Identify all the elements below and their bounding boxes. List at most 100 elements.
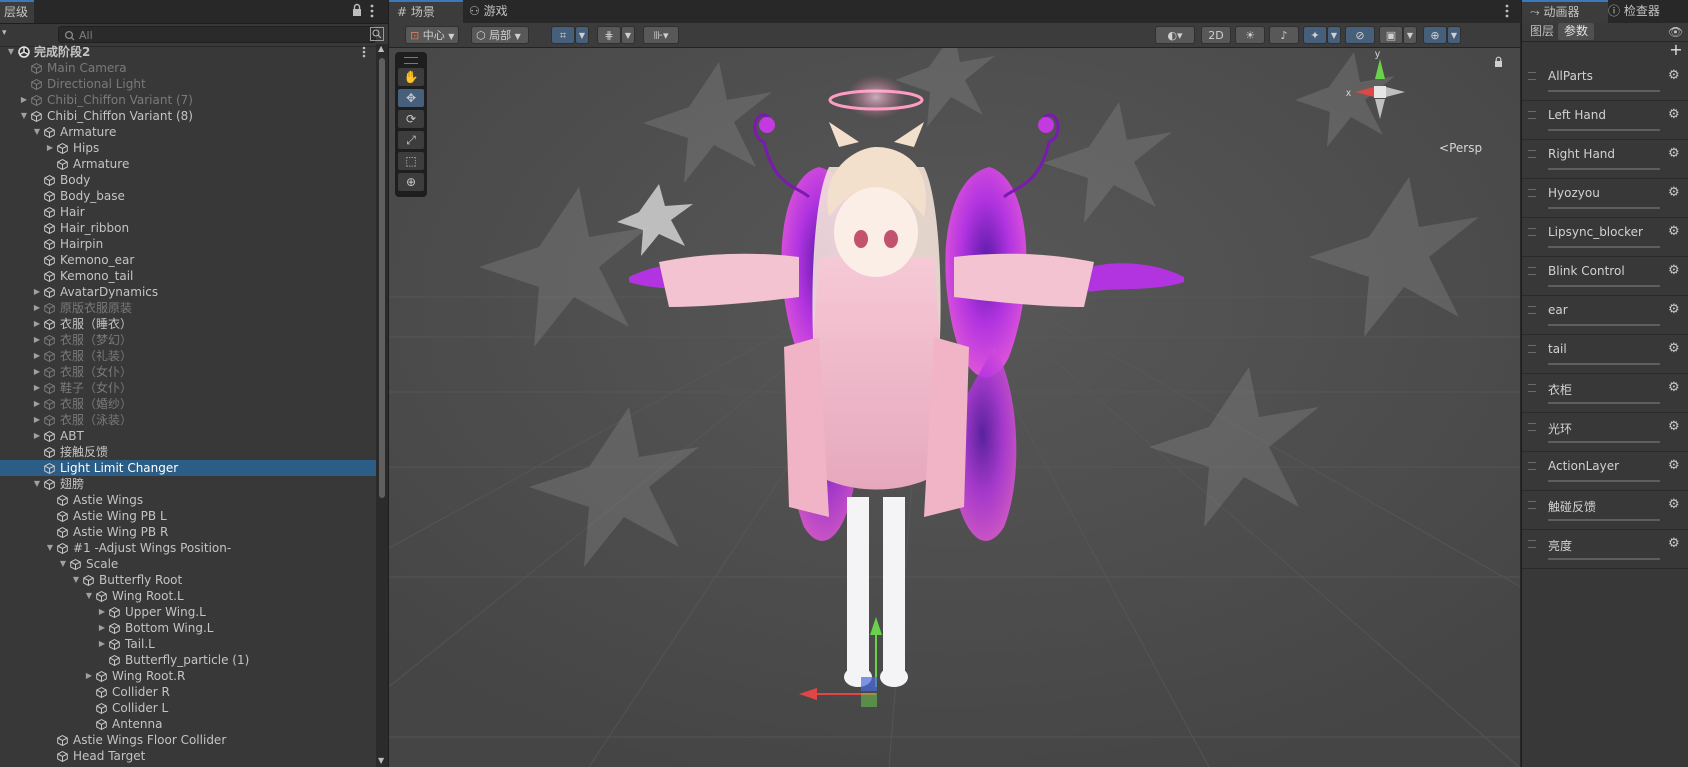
orientation-center-cube[interactable]: [1374, 86, 1386, 98]
gizmos-dropdown[interactable]: ▼: [1447, 26, 1461, 44]
expand-open-icon[interactable]: ▼: [58, 556, 68, 572]
audio-toggle[interactable]: ♪: [1269, 26, 1299, 44]
expand-open-icon[interactable]: ▼: [32, 124, 42, 140]
gear-icon[interactable]: ⚙: [1668, 185, 1680, 200]
hierarchy-item[interactable]: Kemono_tail: [0, 268, 376, 284]
hierarchy-item[interactable]: ▶ 鞋子（女仆）: [0, 380, 376, 396]
expand-open-icon[interactable]: ▼: [6, 44, 16, 60]
drag-handle-icon[interactable]: [1528, 111, 1536, 119]
hierarchy-item[interactable]: ▼ Chibi_Chiffon Variant (8): [0, 108, 376, 124]
eye-icon[interactable]: 👁: [1668, 25, 1683, 39]
hierarchy-item[interactable]: ▶ Bottom Wing.L: [0, 620, 376, 636]
hidden-objects-toggle[interactable]: ⊘: [1345, 26, 1375, 44]
effects-toggle[interactable]: ✦: [1303, 26, 1327, 44]
animator-parameter[interactable]: Hyozyou ⚙: [1526, 179, 1686, 217]
drag-handle-icon[interactable]: [1528, 540, 1536, 548]
expand-closed-icon[interactable]: ▶: [45, 140, 55, 156]
drag-handle-icon[interactable]: [1528, 72, 1536, 80]
hierarchy-item[interactable]: Hairpin: [0, 236, 376, 252]
grid-visibility-toggle[interactable]: ⋕: [597, 26, 621, 44]
hierarchy-search-input[interactable]: All: [58, 26, 376, 43]
scene-view[interactable]: # 场景 ⚇ 游戏 ⊡ 中心 ▼ ⬡ 局部 ▼ ⌗ ▼ ⋕ ▼ ⊪▾ ◐▾ 2D…: [389, 0, 1520, 767]
scroll-up-icon[interactable]: ▲: [378, 44, 384, 53]
grid-snap-dropdown[interactable]: ▼: [575, 26, 589, 44]
gizmo-xz-plane[interactable]: [861, 677, 877, 691]
animator-parameter[interactable]: Right Hand ⚙: [1526, 140, 1686, 178]
expand-open-icon[interactable]: ▼: [71, 572, 81, 588]
gear-icon[interactable]: ⚙: [1668, 224, 1680, 239]
drag-handle-icon[interactable]: [1528, 345, 1536, 353]
transform-tool-button[interactable]: ⊕: [398, 173, 424, 191]
subtab-params[interactable]: 参数: [1558, 23, 1594, 40]
drag-handle-icon[interactable]: [1528, 501, 1536, 509]
gear-icon[interactable]: ⚙: [1668, 263, 1680, 278]
tab-scene[interactable]: # 场景: [389, 0, 463, 23]
more-menu-icon[interactable]: [370, 4, 376, 18]
lock-icon[interactable]: [352, 3, 362, 17]
hierarchy-item[interactable]: Astie Wings Floor Collider: [0, 732, 376, 748]
animator-parameter[interactable]: ear ⚙: [1526, 296, 1686, 334]
hierarchy-item[interactable]: ▼ 翅膀: [0, 476, 376, 492]
hierarchy-item[interactable]: ▼ Wing Root.L: [0, 588, 376, 604]
expand-closed-icon[interactable]: ▶: [32, 332, 42, 348]
tab-animator[interactable]: ⤳ 动画器: [1522, 0, 1608, 23]
hierarchy-item[interactable]: ▼ #1 -Adjust Wings Position-: [0, 540, 376, 556]
hierarchy-item[interactable]: Head Target: [0, 748, 376, 764]
drag-handle-icon[interactable]: [1528, 228, 1536, 236]
expand-open-icon[interactable]: ▼: [45, 540, 55, 556]
expand-closed-icon[interactable]: ▶: [32, 428, 42, 444]
expand-closed-icon[interactable]: ▶: [32, 380, 42, 396]
lighting-toggle[interactable]: ☀: [1235, 26, 1265, 44]
scene-more-menu-icon[interactable]: [1505, 4, 1509, 21]
scale-tool-button[interactable]: ⤢: [398, 131, 424, 149]
camera-settings-dropdown[interactable]: ▼: [1403, 26, 1417, 44]
animator-parameter[interactable]: 触碰反馈 ⚙: [1526, 491, 1686, 529]
move-tool-button[interactable]: ✥: [398, 89, 424, 107]
subtab-layers[interactable]: 图层: [1526, 23, 1558, 40]
expand-open-icon[interactable]: ▼: [84, 588, 94, 604]
animator-parameter[interactable]: 亮度 ⚙: [1526, 530, 1686, 568]
hierarchy-item[interactable]: Main Camera: [0, 60, 376, 76]
hierarchy-item[interactable]: ▶ Hips: [0, 140, 376, 156]
hierarchy-item[interactable]: Hair_ribbon: [0, 220, 376, 236]
gear-icon[interactable]: ⚙: [1668, 458, 1680, 473]
gear-icon[interactable]: ⚙: [1668, 419, 1680, 434]
drag-handle-icon[interactable]: [1528, 423, 1536, 431]
gear-icon[interactable]: ⚙: [1668, 146, 1680, 161]
hierarchy-item[interactable]: Butterfly_particle (1): [0, 652, 376, 668]
expand-open-icon[interactable]: ▼: [19, 108, 29, 124]
hand-tool-button[interactable]: ✋: [398, 68, 424, 86]
space-dropdown[interactable]: ⬡ 局部 ▼: [471, 26, 529, 44]
animator-parameter[interactable]: ActionLayer ⚙: [1526, 452, 1686, 490]
rotate-tool-button[interactable]: ⟳: [398, 110, 424, 128]
add-parameter-button[interactable]: +: [1668, 42, 1684, 58]
hierarchy-item[interactable]: Astie Wing PB L: [0, 508, 376, 524]
hierarchy-item[interactable]: ▼ 完成阶段2: [0, 44, 376, 60]
hierarchy-item[interactable]: ▶ Chibi_Chiffon Variant (7): [0, 92, 376, 108]
expand-closed-icon[interactable]: ▶: [32, 348, 42, 364]
drag-handle-icon[interactable]: [1528, 384, 1536, 392]
hierarchy-item[interactable]: Astie Wings: [0, 492, 376, 508]
create-dropdown-icon[interactable]: ▾: [2, 28, 7, 38]
hierarchy-item[interactable]: Antenna: [0, 716, 376, 732]
animator-parameter[interactable]: Lipsync_blocker ⚙: [1526, 218, 1686, 256]
expand-closed-icon[interactable]: ▶: [32, 300, 42, 316]
grid-snap-toggle[interactable]: ⌗: [551, 26, 575, 44]
animator-parameter[interactable]: Blink Control ⚙: [1526, 257, 1686, 295]
hierarchy-item[interactable]: Collider L: [0, 700, 376, 716]
hierarchy-item[interactable]: ▶ 衣服（泳装）: [0, 412, 376, 428]
expand-closed-icon[interactable]: ▶: [32, 284, 42, 300]
expand-closed-icon[interactable]: ▶: [32, 364, 42, 380]
hierarchy-item[interactable]: ▼ Butterfly Root: [0, 572, 376, 588]
hierarchy-item[interactable]: Armature: [0, 156, 376, 172]
tab-inspector[interactable]: ⓘ 检查器: [1600, 0, 1686, 23]
hierarchy-item[interactable]: Collider R: [0, 684, 376, 700]
tab-game[interactable]: ⚇ 游戏: [461, 0, 533, 23]
animator-parameter[interactable]: AllParts ⚙: [1526, 62, 1686, 100]
tab-hierarchy[interactable]: 层级: [0, 0, 34, 23]
scroll-down-icon[interactable]: ▼: [378, 756, 384, 765]
hierarchy-item[interactable]: Astie Wing PB R: [0, 524, 376, 540]
hierarchy-item[interactable]: ▶ 原版衣服原装: [0, 300, 376, 316]
effects-dropdown[interactable]: ▼: [1327, 26, 1341, 44]
animator-parameter[interactable]: 光环 ⚙: [1526, 413, 1686, 451]
